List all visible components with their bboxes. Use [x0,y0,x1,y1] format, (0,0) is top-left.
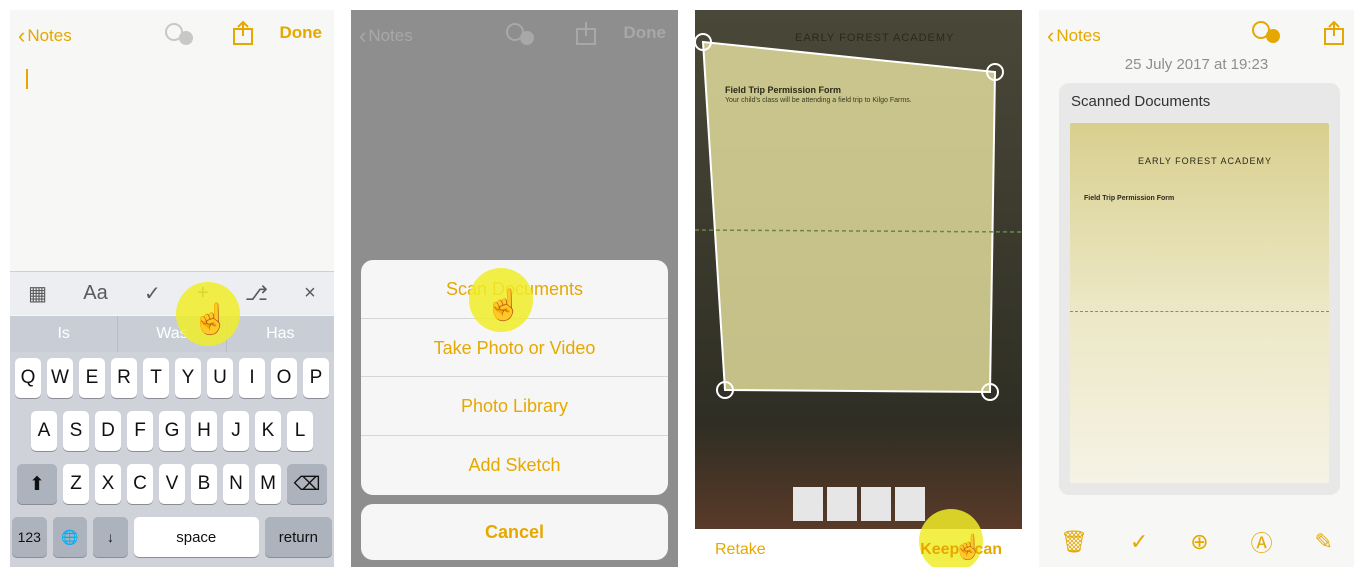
nav-bar: ‹ Notes Done [10,10,334,56]
shift-key[interactable]: ⬆ [17,464,57,504]
back-label: Notes [368,26,413,45]
share-icon[interactable] [1323,20,1345,51]
key-o[interactable]: O [271,358,297,398]
camera-view: EARLY FOREST ACADEMY Field Trip Permissi… [695,10,1022,529]
suggestion-item[interactable]: Is [10,316,119,352]
photo-library-option[interactable]: Photo Library [361,377,668,436]
key-v[interactable]: V [159,464,185,504]
scanned-note-panel: ‹ Notes 25 July 2017 at 19:23 Scanned Do… [1039,10,1354,567]
key-h[interactable]: H [191,411,217,451]
key-t[interactable]: T [143,358,169,398]
document-title: Field Trip Permission Form [725,85,842,95]
hand-pointer-icon: ☝ [953,534,983,561]
suggestion-bar: Is Was Has [10,316,334,352]
camera-controls: Retake Keep Scan ☝ [695,509,1022,567]
back-button[interactable]: ‹ Notes [359,23,413,49]
add-person-icon[interactable] [503,22,537,51]
microphone-icon[interactable]: ↓ [93,517,128,557]
globe-icon[interactable]: 🌐 [52,517,88,557]
key-c[interactable]: C [127,464,153,504]
card-title: Scanned Documents [1071,93,1211,110]
sketch-icon[interactable]: Ⓐ [1251,526,1273,558]
table-icon[interactable]: ▦ [28,281,47,306]
document-header: EARLY FOREST ACADEMY [795,32,955,44]
scan-thumbnail[interactable] [827,487,857,521]
done-button[interactable]: Done [624,23,667,43]
keyboard: QWERTYUIOP ASDFGHJKL ⬆ ZXCVBNM ⌫ 123 🌐 ↓… [10,352,334,567]
format-toolbar: ▦ Aa ✓ + ⎇ × [10,271,334,315]
back-label: Notes [27,26,72,45]
plus-icon[interactable]: ⊕ [1190,529,1208,555]
cancel-button[interactable]: Cancel [361,504,668,560]
retake-button[interactable]: Retake [715,541,766,559]
chevron-left-icon: ‹ [18,23,26,48]
document-title: Field Trip Permission Form [1084,195,1175,202]
back-button[interactable]: ‹ Notes [18,23,72,49]
thumbnail-strip [793,487,925,521]
key-m[interactable]: M [255,464,281,504]
sketch-icon[interactable]: ⎇ [245,281,268,306]
done-button[interactable]: Done [280,23,323,43]
key-d[interactable]: D [95,411,121,451]
key-s[interactable]: S [63,411,89,451]
scanned-documents-card[interactable]: Scanned Documents EARLY FOREST ACADEMY F… [1059,83,1340,495]
bottom-toolbar: 🗑 ✓ ⊕ Ⓐ ✎ [1039,517,1354,567]
key-b[interactable]: B [191,464,217,504]
add-sketch-option[interactable]: Add Sketch [361,436,668,495]
chevron-left-icon: ‹ [1047,23,1055,48]
key-z[interactable]: Z [63,464,89,504]
compose-icon[interactable]: ✎ [1315,529,1333,555]
numbers-key[interactable]: 123 [12,517,47,557]
key-u[interactable]: U [207,358,233,398]
key-x[interactable]: X [95,464,121,504]
scanned-document-image[interactable]: EARLY FOREST ACADEMY Field Trip Permissi… [1070,123,1329,483]
key-r[interactable]: R [111,358,137,398]
key-w[interactable]: W [47,358,73,398]
hand-pointer-icon: ☝ [485,289,523,322]
key-y[interactable]: Y [175,358,201,398]
hand-pointer-icon: ☝ [192,303,230,336]
add-person-icon[interactable] [1249,20,1283,51]
return-key[interactable]: return [264,517,332,557]
back-button[interactable]: ‹ Notes [1047,23,1101,49]
document-intro: Your child's class will be attending a f… [725,97,912,104]
key-q[interactable]: Q [15,358,41,398]
share-icon[interactable] [575,20,597,51]
scan-thumbnail[interactable] [895,487,925,521]
key-f[interactable]: F [127,411,153,451]
key-p[interactable]: P [303,358,329,398]
notes-editor-panel: ‹ Notes Done ▦ Aa ✓ + ⎇ × Is Was Has QWE… [10,10,334,567]
space-key[interactable]: space [133,517,259,557]
key-i[interactable]: I [239,358,265,398]
attachment-menu-panel: ‹ Notes Done Scan Documents Take Photo o… [351,10,678,567]
trash-icon[interactable]: 🗑 [1060,529,1088,555]
scan-thumbnail[interactable] [793,487,823,521]
note-timestamp: 25 July 2017 at 19:23 [1124,56,1269,73]
key-k[interactable]: K [255,411,281,451]
chevron-left-icon: ‹ [359,23,367,48]
key-a[interactable]: A [31,411,57,451]
share-icon[interactable] [232,20,254,51]
text-cursor [26,69,28,89]
back-label: Notes [1056,26,1101,45]
delete-key[interactable]: ⌫ [287,464,327,504]
key-j[interactable]: J [223,411,249,451]
scan-thumbnail[interactable] [861,487,891,521]
checklist-icon[interactable]: ✓ [144,281,161,306]
document-scanner-panel: EARLY FOREST ACADEMY Field Trip Permissi… [695,10,1022,567]
key-l[interactable]: L [287,411,313,451]
dashed-divider [1070,311,1329,312]
key-n[interactable]: N [223,464,249,504]
nav-bar: ‹ Notes Done [351,10,678,56]
nav-bar: ‹ Notes [1039,10,1354,56]
text-format-icon[interactable]: Aa [83,282,107,305]
document-header: EARLY FOREST ACADEMY [1138,156,1273,166]
checklist-icon[interactable]: ✓ [1130,529,1148,555]
suggestion-item[interactable]: Has [227,316,334,352]
key-e[interactable]: E [79,358,105,398]
key-g[interactable]: G [159,411,185,451]
close-icon[interactable]: × [304,282,316,305]
add-person-icon[interactable] [162,22,196,51]
